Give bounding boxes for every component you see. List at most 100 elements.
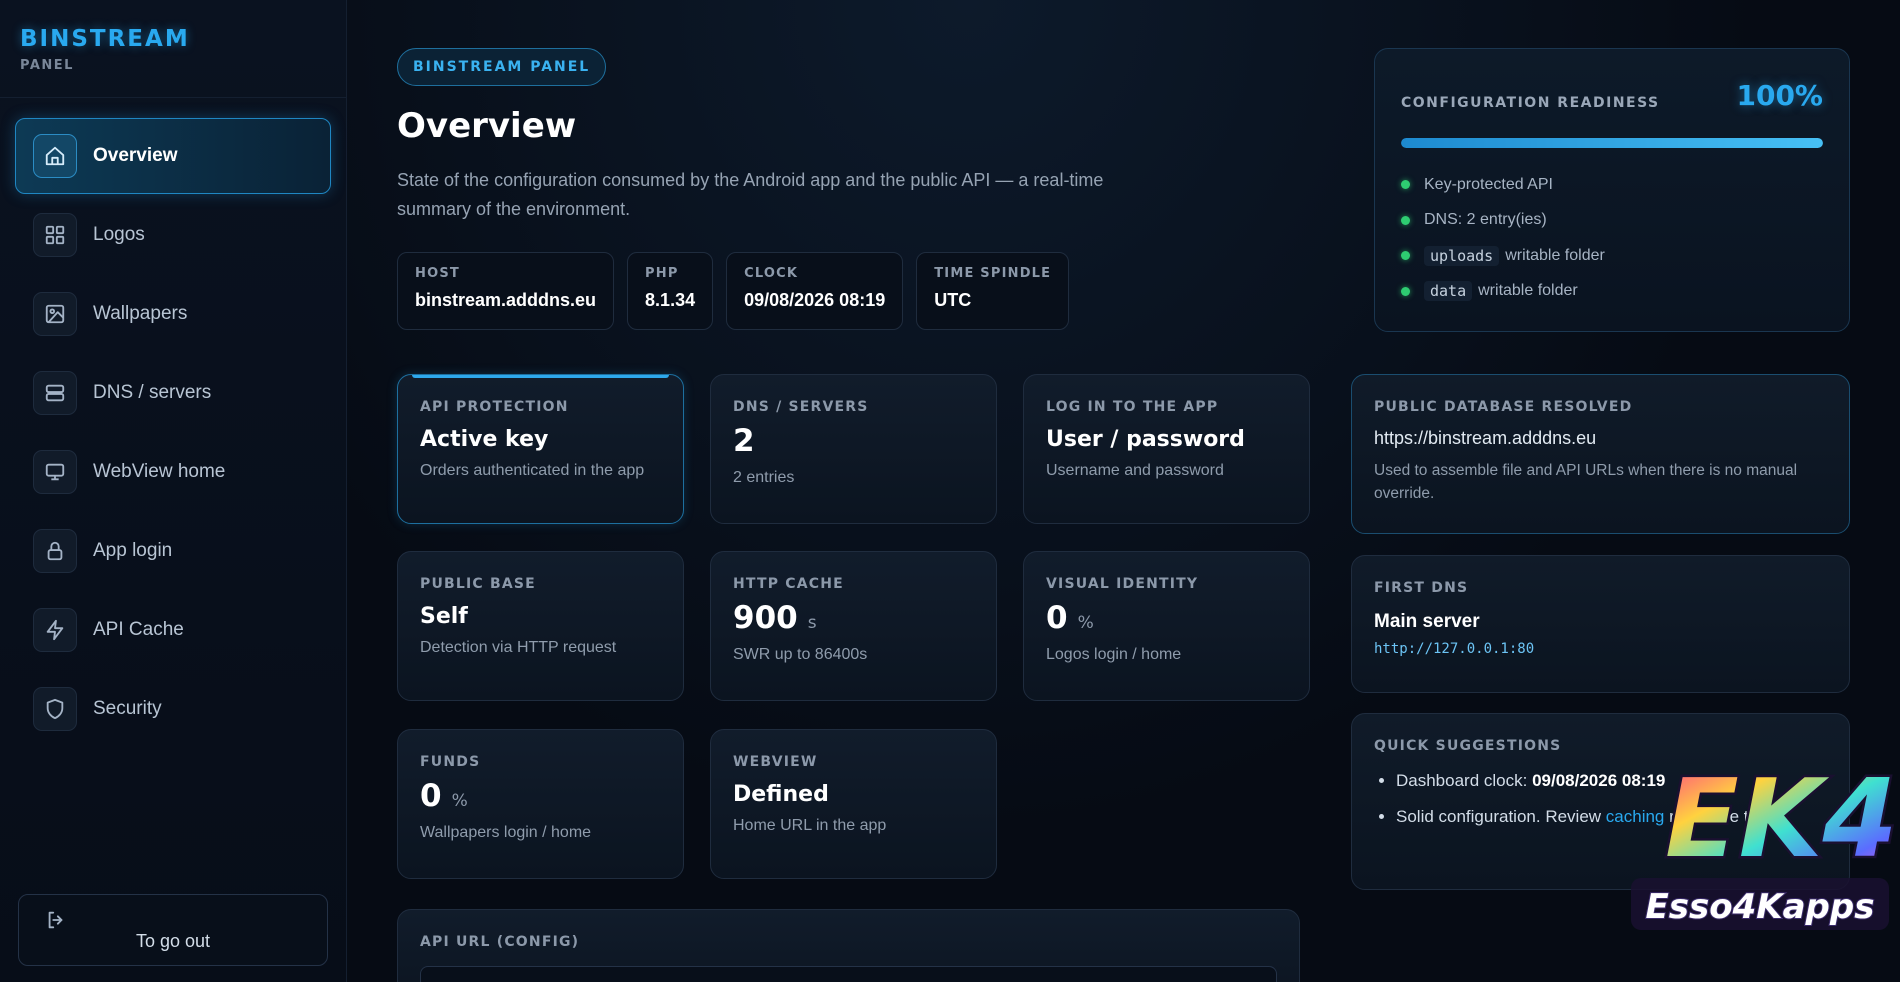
card-subtext: Username and password [1046, 462, 1224, 479]
sidebar: BINSTREAM PANEL Overview Logos Wallpaper… [0, 0, 347, 982]
card-label: LOG IN TO THE APP [1046, 399, 1219, 415]
card-subtext: Used to assemble file and API URLs when … [1374, 462, 1798, 502]
first-dns-address: http://127.0.0.1:80 [1374, 641, 1535, 657]
api-url-card: API URL (CONFIG) [397, 909, 1300, 982]
sidebar-item-app-login[interactable]: App login [15, 513, 331, 589]
card-api-protection[interactable]: API PROTECTION Active key Orders authent… [397, 374, 684, 524]
card-label: WEBVIEW [733, 754, 818, 770]
card-funds[interactable]: FUNDS 0% Wallpapers login / home [397, 729, 684, 879]
sidebar-item-overview[interactable]: Overview [15, 118, 331, 194]
checklist-text: DNS: 2 entry(ies) [1424, 211, 1547, 229]
checklist-text: writable folder [1478, 282, 1578, 300]
card-value: Self [420, 604, 468, 629]
meta-php: PHP 8.1.34 [627, 252, 714, 330]
first-dns-card: FIRST DNS Main server http://127.0.0.1:8… [1351, 555, 1850, 693]
card-label: API PROTECTION [420, 399, 569, 415]
sidebar-item-label: Overview [93, 145, 178, 166]
card-value: 900 [733, 600, 798, 636]
sidebar-nav: Overview Logos Wallpapers DNS / servers [0, 98, 346, 747]
checklist-text: writable folder [1505, 246, 1605, 264]
card-label: HTTP CACHE [733, 576, 844, 592]
api-url-field[interactable] [420, 966, 1277, 982]
checklist-item: data writable folder [1401, 274, 1605, 310]
brand-title: BINSTREAM [20, 26, 190, 52]
sidebar-item-dns-servers[interactable]: DNS / servers [15, 355, 331, 431]
status-dot-icon [1401, 180, 1410, 190]
card-label: PUBLIC DATABASE RESOLVED [1374, 399, 1633, 415]
suggestion-text: Dashboard clock: [1396, 771, 1533, 790]
lightning-icon [33, 608, 77, 652]
checklist-item: uploads writable folder [1401, 238, 1605, 274]
card-value-wrap: 0% [420, 778, 661, 814]
sidebar-item-api-cache[interactable]: API Cache [15, 592, 331, 668]
card-label: PUBLIC BASE [420, 576, 536, 592]
image-icon [33, 292, 77, 336]
card-unit: % [1077, 613, 1094, 633]
sidebar-item-label: WebView home [93, 461, 226, 482]
card-value-wrap: 0% [1046, 600, 1287, 636]
public-database-url: https://binstream.adddns.eu [1374, 428, 1597, 448]
sidebar-item-webview-home[interactable]: WebView home [15, 434, 331, 510]
card-dns-servers[interactable]: DNS / SERVERS 2 2 entries [710, 374, 997, 524]
folder-code: data [1424, 281, 1473, 302]
public-database-card: PUBLIC DATABASE RESOLVED https://binstre… [1351, 374, 1850, 534]
readiness-progress-bar [1401, 138, 1823, 148]
card-value: Active key [420, 427, 549, 452]
configuration-readiness-panel: CONFIGURATION READINESS 100% Key-protect… [1374, 48, 1850, 332]
logout-label: To go out [135, 931, 211, 951]
watermark-text: Esso4Kapps [1646, 887, 1875, 927]
meta-clock: CLOCK 09/08/2026 08:19 [726, 252, 904, 330]
panel-badge: BINSTREAM PANEL [397, 48, 607, 86]
brand: BINSTREAM PANEL [0, 0, 346, 98]
meta-value: UTC [934, 290, 972, 310]
checklist-item: DNS: 2 entry(ies) [1401, 203, 1605, 239]
esso4kapps-watermark-logo: EK4 Esso4Kapps [1625, 738, 1900, 948]
card-http-cache[interactable]: HTTP CACHE 900 s SWR up to 86400s [710, 551, 997, 701]
sidebar-item-logos[interactable]: Logos [15, 197, 331, 273]
home-icon [33, 134, 77, 178]
status-dot-icon [1401, 215, 1410, 225]
meta-value: 8.1.34 [645, 290, 696, 310]
grid-icon [33, 213, 77, 257]
folder-code: uploads [1424, 245, 1500, 266]
sidebar-item-wallpapers[interactable]: Wallpapers [15, 276, 331, 352]
status-dot-icon [1401, 251, 1410, 261]
page-description: State of the configuration consumed by t… [397, 170, 1104, 219]
card-unit: s [807, 613, 817, 633]
checklist-text: Key-protected API [1424, 175, 1553, 193]
monitor-icon [33, 450, 77, 494]
meta-value: binstream.adddns.eu [415, 290, 597, 310]
card-webview[interactable]: WEBVIEW Defined Home URL in the app [710, 729, 997, 879]
first-dns-name: Main server [1374, 611, 1480, 632]
suggestion-text: Solid configuration. Review [1396, 807, 1606, 826]
card-subtext: Orders authenticated in the app [420, 462, 645, 479]
app-root: BINSTREAM PANEL Overview Logos Wallpaper… [0, 0, 1900, 982]
meta-key: CLOCK [744, 266, 799, 281]
sidebar-item-label: App login [93, 540, 173, 561]
checklist-item: Key-protected API [1401, 167, 1605, 203]
card-subtext: Wallpapers login / home [420, 824, 592, 841]
sidebar-item-label: Logos [93, 224, 145, 245]
card-subtext: Home URL in the app [733, 817, 887, 834]
page-title: Overview [397, 106, 577, 146]
card-label: VISUAL IDENTITY [1046, 576, 1199, 592]
sidebar-item-label: API Cache [93, 619, 184, 640]
readiness-checklist: Key-protected API DNS: 2 entry(ies) uplo… [1401, 167, 1605, 309]
sidebar-item-label: Wallpapers [93, 303, 188, 324]
meta-key: TIME SPINDLE [934, 266, 1052, 281]
meta-key: PHP [645, 266, 679, 281]
card-label: FIRST DNS [1374, 580, 1469, 596]
sidebar-item-label: DNS / servers [93, 382, 212, 403]
readiness-progress-fill [1401, 138, 1823, 148]
card-visual-identity[interactable]: VISUAL IDENTITY 0% Logos login / home [1023, 551, 1310, 701]
card-label: FUNDS [420, 754, 481, 770]
card-value: 0 [420, 778, 442, 814]
readiness-percent: 100% [1736, 79, 1823, 112]
card-public-base[interactable]: PUBLIC BASE Self Detection via HTTP requ… [397, 551, 684, 701]
card-subtext: 2 entries [733, 469, 795, 486]
logout-button[interactable]: To go out [18, 894, 328, 966]
server-icon [33, 371, 77, 415]
environment-meta: HOST binstream.adddns.eu PHP 8.1.34 CLOC… [397, 252, 1070, 330]
card-app-login[interactable]: LOG IN TO THE APP User / password Userna… [1023, 374, 1310, 524]
sidebar-item-security[interactable]: Security [15, 671, 331, 747]
